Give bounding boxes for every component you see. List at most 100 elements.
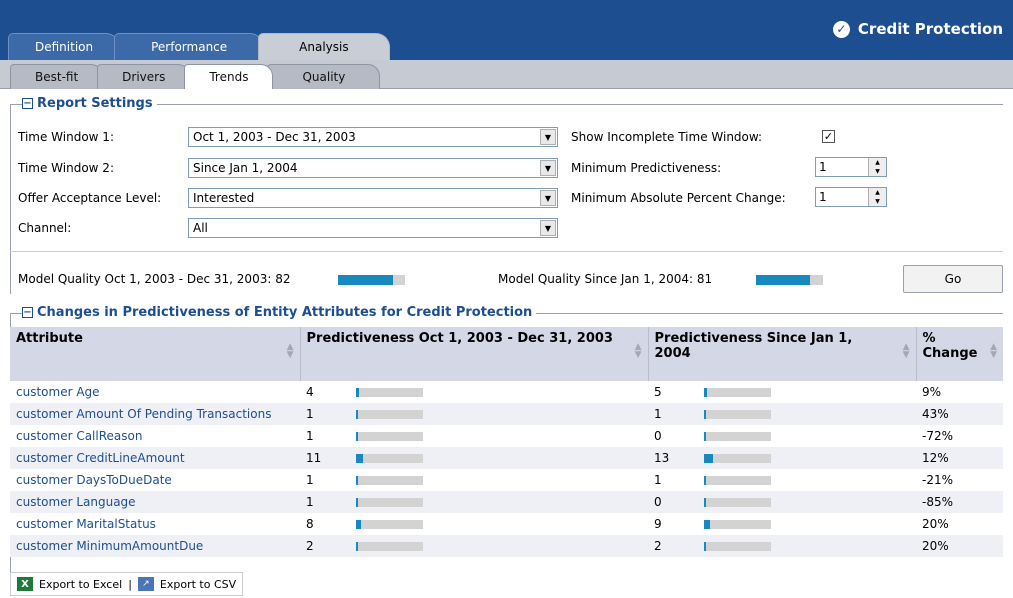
min-predictiveness-stepper[interactable]: 1 ▲ ▼ bbox=[815, 157, 887, 177]
table-row: customer DaysToDueDate 1 1 -21% bbox=[10, 469, 1003, 491]
tab-drivers[interactable]: Drivers bbox=[97, 64, 191, 89]
percent-change-cell: 43% bbox=[916, 403, 1003, 425]
attribute-link[interactable]: customer DaysToDueDate bbox=[10, 469, 300, 491]
predictiveness-value: 5 bbox=[654, 385, 662, 399]
predictiveness-1-cell: 1 bbox=[300, 469, 648, 491]
offer-acceptance-select[interactable]: Interested ▼ bbox=[188, 188, 558, 208]
tab-definition[interactable]: Definition bbox=[8, 33, 121, 60]
attribute-link[interactable]: customer Language bbox=[10, 491, 300, 513]
attribute-link[interactable]: customer MinimumAmountDue bbox=[10, 535, 300, 557]
model-quality-1-bar bbox=[338, 275, 405, 285]
predictiveness-value: 1 bbox=[306, 407, 314, 421]
percent-change-cell: 12% bbox=[916, 447, 1003, 469]
channel-select[interactable]: All ▼ bbox=[188, 218, 558, 238]
attribute-link[interactable]: customer MaritalStatus bbox=[10, 513, 300, 535]
min-predictiveness-label: Minimum Predictiveness: bbox=[571, 161, 722, 175]
spin-up-icon[interactable]: ▲ bbox=[869, 188, 886, 197]
model-quality-1-fill bbox=[338, 275, 393, 285]
predictiveness-1-cell: 11 bbox=[300, 447, 648, 469]
predictiveness-bar-fill bbox=[356, 542, 358, 551]
incomplete-window-checkbox[interactable]: ✓ bbox=[822, 130, 835, 143]
predictiveness-bar bbox=[704, 520, 771, 529]
time-window-1-select[interactable]: Oct 1, 2003 - Dec 31, 2003 ▼ bbox=[188, 127, 558, 147]
predictiveness-bar-fill bbox=[356, 410, 358, 419]
col-predictiveness-1[interactable]: Predictiveness Oct 1, 2003 - Dec 31, 200… bbox=[300, 327, 649, 381]
collapse-icon[interactable]: − bbox=[22, 98, 33, 109]
sort-icon[interactable]: ▲ ▼ bbox=[903, 343, 910, 360]
attribute-link[interactable]: customer Amount Of Pending Transactions bbox=[10, 403, 300, 425]
spin-down-icon[interactable]: ▼ bbox=[869, 197, 886, 206]
predictiveness-2-cell: 9 bbox=[648, 513, 916, 535]
export-csv-link[interactable]: Export to CSV bbox=[160, 578, 236, 591]
report-settings-header[interactable]: − Report Settings bbox=[22, 96, 157, 111]
tab-analysis[interactable]: Analysis bbox=[258, 33, 390, 60]
predictiveness-value: 1 bbox=[306, 473, 314, 487]
predictiveness-value: 0 bbox=[654, 495, 662, 509]
attribute-link[interactable]: customer CreditLineAmount bbox=[10, 447, 300, 469]
time-window-2-label: Time Window 2: bbox=[18, 161, 114, 175]
predictiveness-bar bbox=[356, 432, 423, 441]
predictiveness-bar bbox=[356, 454, 423, 463]
sort-icon[interactable]: ▲ ▼ bbox=[990, 343, 997, 360]
sub-tabs: Best-fit Drivers Trends Quality bbox=[10, 64, 381, 89]
predictiveness-value: 1 bbox=[306, 495, 314, 509]
tab-best-fit[interactable]: Best-fit bbox=[10, 64, 104, 89]
predictiveness-bar bbox=[356, 388, 423, 397]
go-button[interactable]: Go bbox=[903, 265, 1003, 293]
model-quality-2-label: Model Quality Since Jan 1, 2004: 81 bbox=[498, 272, 713, 286]
col-percent-change[interactable]: % Change ▲ ▼ bbox=[916, 327, 1003, 381]
predictiveness-bar bbox=[704, 498, 771, 507]
dropdown-arrow-icon[interactable]: ▼ bbox=[540, 220, 556, 236]
predictiveness-bar-fill bbox=[704, 542, 706, 551]
col-attribute[interactable]: Attribute ▲ ▼ bbox=[10, 327, 301, 381]
spin-up-icon[interactable]: ▲ bbox=[869, 158, 886, 167]
attribute-link[interactable]: customer Age bbox=[10, 381, 300, 403]
percent-change-cell: 9% bbox=[916, 381, 1003, 403]
table-body: customer Age 4 5 9% customer Amount Of Pendi… bbox=[10, 381, 1003, 557]
changes-title: Changes in Predictiveness of Entity Attr… bbox=[37, 305, 533, 320]
tab-quality[interactable]: Quality bbox=[267, 64, 381, 89]
min-abs-change-value: 1 bbox=[819, 190, 827, 204]
csv-icon[interactable]: ↗ bbox=[137, 577, 154, 591]
brand: ✓ Credit Protection bbox=[832, 20, 1003, 38]
model-quality-1-label: Model Quality Oct 1, 2003 - Dec 31, 2003… bbox=[18, 272, 291, 286]
table-row: customer MinimumAmountDue 2 2 20% bbox=[10, 535, 1003, 557]
export-toolbar: X Export to Excel | ↗ Export to CSV bbox=[10, 572, 244, 596]
time-window-2-select[interactable]: Since Jan 1, 2004 ▼ bbox=[188, 158, 558, 178]
model-quality-2-fill bbox=[756, 275, 811, 285]
min-predictiveness-value: 1 bbox=[819, 160, 827, 174]
dropdown-arrow-icon[interactable]: ▼ bbox=[540, 129, 556, 145]
top-tabs: Definition Performance Analysis bbox=[8, 33, 390, 60]
predictiveness-bar-fill bbox=[704, 476, 706, 485]
predictiveness-bar bbox=[704, 410, 771, 419]
predictiveness-bar bbox=[704, 476, 771, 485]
predictiveness-1-cell: 1 bbox=[300, 425, 648, 447]
offer-acceptance-value: Interested bbox=[193, 191, 255, 205]
tab-performance[interactable]: Performance bbox=[114, 33, 265, 60]
spin-down-icon[interactable]: ▼ bbox=[869, 167, 886, 176]
dropdown-arrow-icon[interactable]: ▼ bbox=[540, 190, 556, 206]
predictiveness-bar-fill bbox=[356, 454, 364, 463]
percent-change-cell: 20% bbox=[916, 535, 1003, 557]
export-excel-link[interactable]: Export to Excel bbox=[39, 578, 122, 591]
min-abs-change-stepper[interactable]: 1 ▲ ▼ bbox=[815, 187, 887, 207]
predictiveness-2-cell: 1 bbox=[648, 403, 916, 425]
predictiveness-bar-fill bbox=[356, 476, 358, 485]
sort-icon[interactable]: ▲ ▼ bbox=[287, 343, 294, 360]
predictiveness-value: 11 bbox=[306, 451, 322, 465]
predictiveness-bar bbox=[704, 388, 771, 397]
tab-trends[interactable]: Trends bbox=[184, 64, 274, 89]
excel-icon[interactable]: X bbox=[17, 577, 33, 591]
model-quality-2-bar bbox=[756, 275, 823, 285]
col-predictiveness-2[interactable]: Predictiveness Since Jan 1, 2004 ▲ ▼ bbox=[648, 327, 917, 381]
percent-change-cell: 20% bbox=[916, 513, 1003, 535]
sort-icon[interactable]: ▲ ▼ bbox=[635, 343, 642, 360]
attribute-link[interactable]: customer CallReason bbox=[10, 425, 300, 447]
changes-header[interactable]: − Changes in Predictiveness of Entity At… bbox=[22, 305, 537, 320]
predictiveness-2-cell: 2 bbox=[648, 535, 916, 557]
predictiveness-2-cell: 0 bbox=[648, 491, 916, 513]
predictiveness-bar bbox=[356, 542, 423, 551]
table-row: customer CallReason 1 0 -72% bbox=[10, 425, 1003, 447]
collapse-icon[interactable]: − bbox=[22, 307, 33, 318]
dropdown-arrow-icon[interactable]: ▼ bbox=[540, 160, 556, 176]
